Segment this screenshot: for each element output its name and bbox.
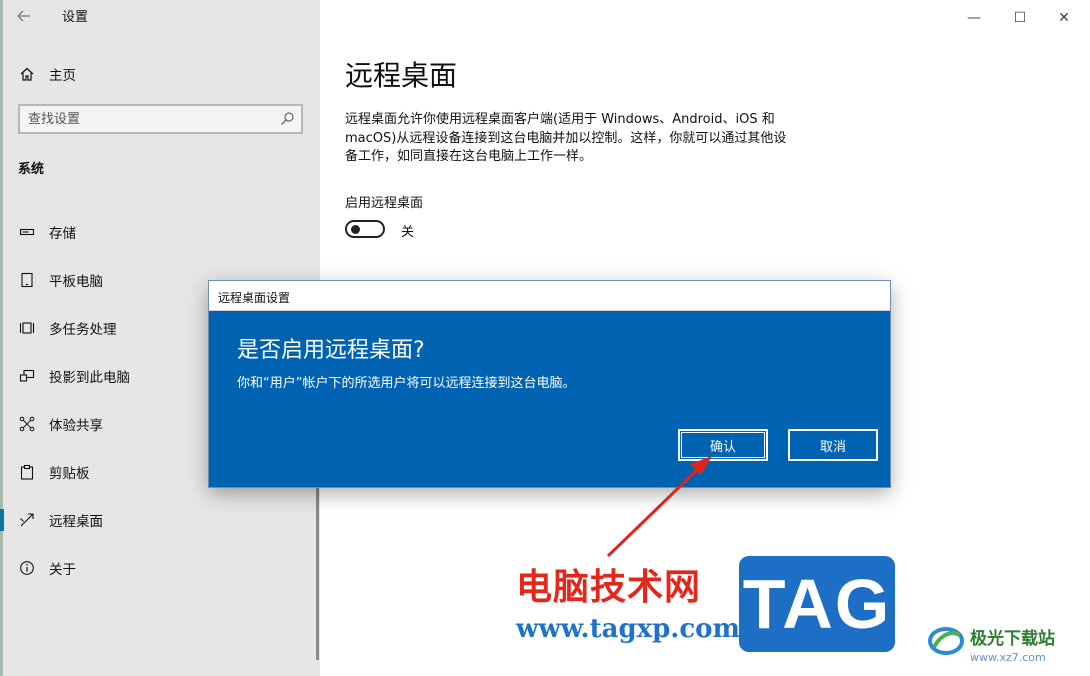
watermark2-site-name: 极光下载站 (970, 629, 1055, 649)
watermark-site-name: 电脑技术网 (516, 567, 702, 608)
watermark2-site-url: www.xz7.com (970, 651, 1046, 664)
aurora-logo-icon (928, 627, 964, 655)
watermark-site-url: www.tagxp.com (516, 614, 741, 644)
watermark-tag-badge: TAG (739, 556, 895, 652)
settings-window: 设置 主页 系统 存储 平板电脑 (0, 0, 1090, 676)
